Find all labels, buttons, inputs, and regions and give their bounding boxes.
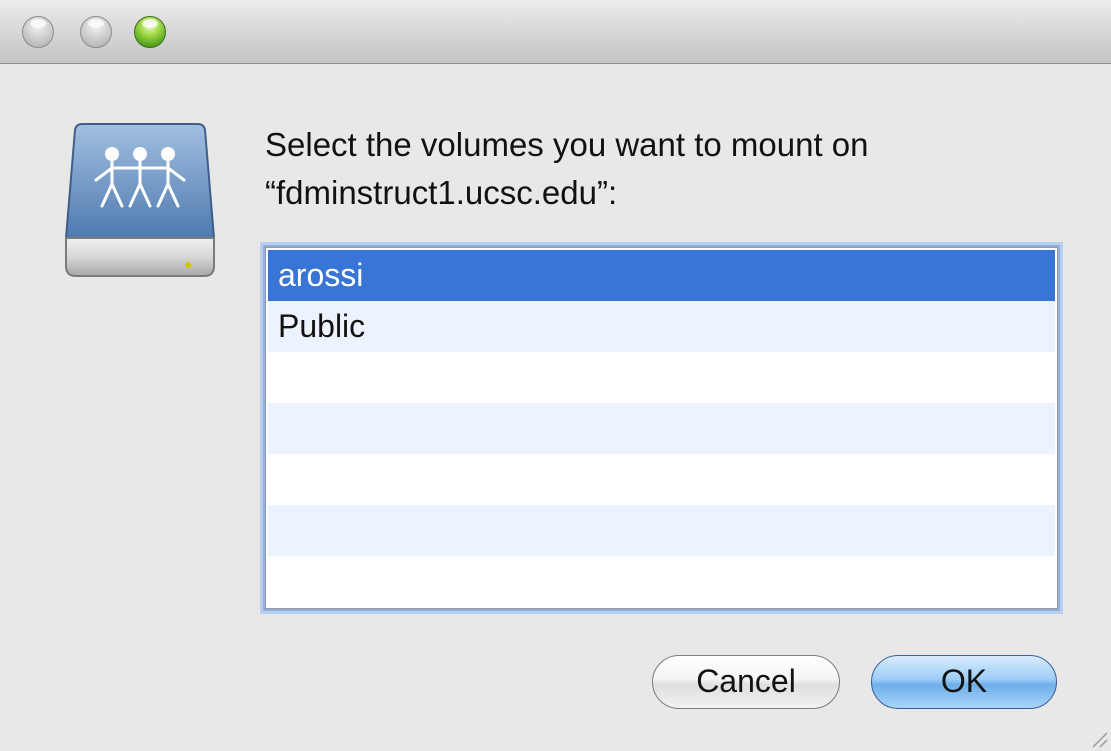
title-bar[interactable]	[0, 0, 1111, 64]
volume-list[interactable]: arossi Public	[263, 245, 1060, 611]
ok-button[interactable]: OK	[871, 655, 1057, 709]
zoom-window-button[interactable]	[134, 16, 166, 48]
prompt-line-2: “fdminstruct1.ucsc.edu”:	[265, 174, 618, 211]
empty-row	[268, 352, 1055, 403]
network-server-icon	[64, 123, 216, 277]
minimize-window-button[interactable]	[80, 16, 112, 48]
mount-prompt: Select the volumes you want to mount on …	[265, 121, 1065, 217]
empty-row	[268, 556, 1055, 607]
mount-volumes-dialog: Select the volumes you want to mount on …	[0, 0, 1111, 751]
prompt-line-1: Select the volumes you want to mount on	[265, 126, 869, 163]
empty-row	[268, 505, 1055, 556]
empty-row	[268, 403, 1055, 454]
empty-row	[268, 454, 1055, 505]
close-window-button[interactable]	[22, 16, 54, 48]
volume-item-public[interactable]: Public	[268, 301, 1055, 352]
resize-grip-icon[interactable]	[1087, 727, 1109, 749]
volume-item-arossi[interactable]: arossi	[268, 250, 1055, 301]
cancel-button[interactable]: Cancel	[652, 655, 840, 709]
